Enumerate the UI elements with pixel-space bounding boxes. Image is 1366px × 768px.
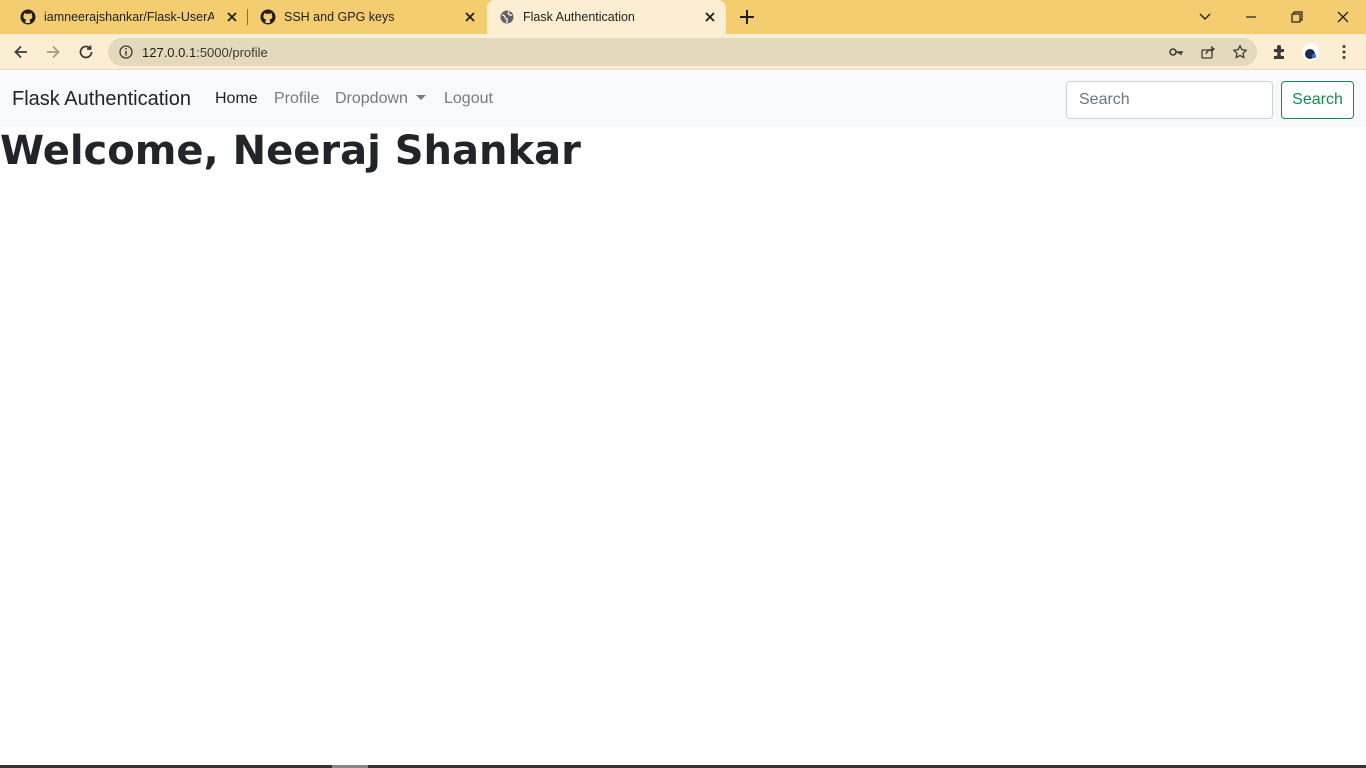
site-navbar: Flask Authentication Home Profile Dropdo…	[0, 71, 1366, 127]
page-title: Welcome, Neeraj Shankar	[0, 128, 581, 174]
browser-toolbar: 127.0.0.1:5000/profile	[0, 34, 1366, 70]
nav-link-home[interactable]: Home	[215, 90, 258, 108]
chevron-down-icon[interactable]	[1195, 7, 1215, 27]
tab-title: Flask Authentication	[523, 10, 635, 24]
info-icon[interactable]	[118, 44, 134, 60]
globe-icon	[500, 10, 514, 24]
nav-dropdown-label: Dropdown	[335, 90, 408, 107]
menu-kebab-icon[interactable]	[1335, 43, 1353, 61]
nav-dropdown-toggle[interactable]: Dropdown	[335, 90, 426, 108]
restore-icon[interactable]	[1287, 7, 1307, 27]
nav-link-logout[interactable]: Logout	[444, 90, 493, 108]
extensions-icon[interactable]	[1271, 43, 1289, 61]
tab-github-repo[interactable]: iamneerajshankar/Flask-UserAuth	[8, 0, 246, 34]
reload-icon[interactable]	[77, 43, 95, 61]
github-icon	[20, 9, 36, 25]
url-text: 127.0.0.1:5000/profile	[142, 45, 268, 60]
tab-ssh-keys[interactable]: SSH and GPG keys	[248, 0, 486, 34]
url-host: 127.0.0.1	[142, 45, 197, 60]
close-icon[interactable]	[224, 9, 240, 25]
tab-title: iamneerajshankar/Flask-UserAuth	[44, 10, 214, 24]
forward-arrow-icon[interactable]	[44, 43, 62, 61]
tab-title: SSH and GPG keys	[284, 10, 395, 24]
back-arrow-icon[interactable]	[12, 43, 30, 61]
key-icon[interactable]	[1168, 44, 1184, 60]
url-path: :5000/profile	[196, 45, 268, 60]
profile-avatar-icon[interactable]	[1302, 43, 1320, 61]
nav-link-profile[interactable]: Profile	[274, 90, 319, 108]
share-icon[interactable]	[1200, 44, 1216, 60]
navbar-brand[interactable]: Flask Authentication	[12, 88, 191, 111]
tab-flask-auth[interactable]: Flask Authentication	[487, 0, 726, 34]
close-window-icon[interactable]	[1333, 7, 1353, 27]
close-icon[interactable]	[702, 9, 718, 25]
search-input[interactable]	[1066, 81, 1273, 119]
new-tab-icon[interactable]	[738, 8, 756, 26]
github-icon	[260, 9, 276, 25]
star-icon[interactable]	[1232, 44, 1248, 60]
tab-strip: iamneerajshankar/Flask-UserAuth SSH and …	[0, 0, 1366, 34]
minimize-icon[interactable]	[1241, 7, 1261, 27]
address-bar[interactable]: 127.0.0.1:5000/profile	[108, 38, 1257, 66]
search-button[interactable]: Search	[1281, 81, 1354, 119]
caret-down-icon	[415, 95, 426, 100]
close-icon[interactable]	[462, 9, 478, 25]
